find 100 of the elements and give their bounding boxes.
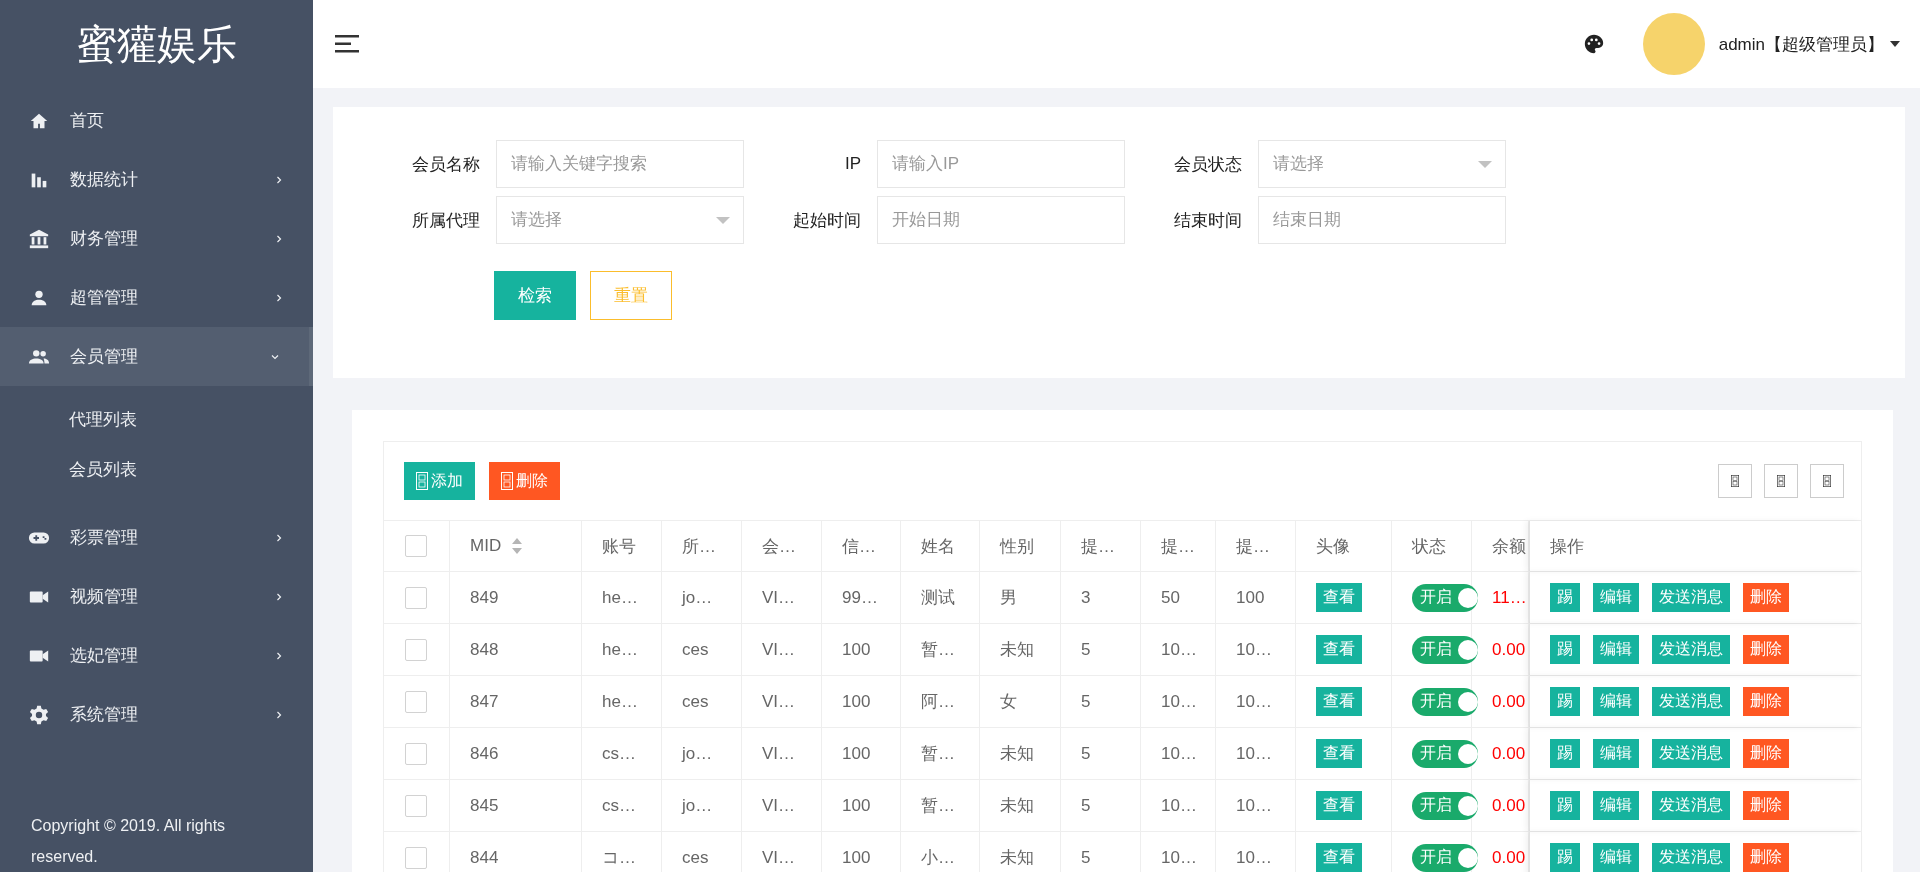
table-cell: jo… (682, 587, 713, 608)
table-cell: 10… (1236, 639, 1272, 660)
add-button[interactable]: 添加 (404, 462, 475, 500)
checkbox[interactable] (405, 794, 427, 817)
checkbox[interactable] (405, 586, 427, 609)
view-button[interactable]: 查看 (1316, 635, 1362, 664)
palette-icon[interactable] (1582, 33, 1605, 55)
toolbar-button[interactable] (1810, 464, 1844, 498)
sidebar-item[interactable]: 系统管理 (0, 685, 313, 744)
column-header: 提… (1081, 535, 1115, 558)
table-cell: 849 (470, 587, 499, 608)
action-button[interactable]: 编辑 (1593, 635, 1639, 664)
table-cell: VI… (762, 743, 796, 764)
sidebar-item[interactable]: 超管管理 (0, 268, 313, 327)
sidebar-item[interactable]: 彩票管理 (0, 508, 313, 567)
select-field[interactable]: 请选择 (496, 196, 744, 244)
sidebar-item[interactable]: 会员管理 (0, 327, 313, 386)
table-cell: 848 (470, 639, 499, 660)
copyright-text: Copyright © 2019. All rights reserved. (31, 817, 226, 865)
caret-icon[interactable] (1890, 41, 1900, 47)
delete-button[interactable]: 删除 (489, 462, 560, 500)
table-cell: 847 (470, 691, 499, 712)
table-cell: 100 (842, 691, 871, 712)
dropdown-icon[interactable] (716, 217, 730, 224)
sidebar-item[interactable]: 选妃管理 (0, 626, 313, 685)
table-cell: ces (682, 847, 709, 868)
action-button[interactable]: 编辑 (1593, 739, 1639, 768)
sidebar-item[interactable]: 视频管理 (0, 567, 313, 626)
table-cell: jo… (682, 743, 713, 764)
action-button[interactable]: 发送消息 (1652, 635, 1730, 664)
action-button[interactable]: 编辑 (1593, 687, 1639, 716)
action-button[interactable]: 发送消息 (1652, 739, 1730, 768)
action-button[interactable]: 踢 (1550, 739, 1580, 768)
sort-icon[interactable] (511, 537, 524, 555)
status-switch[interactable]: 开启 (1412, 843, 1478, 872)
action-button[interactable]: 删除 (1743, 583, 1789, 612)
input-field[interactable]: 开始日期 (877, 196, 1125, 244)
table-cell: 845 (470, 795, 499, 816)
submenu-item[interactable]: 会员列表 (69, 457, 137, 481)
checkbox[interactable] (405, 535, 427, 557)
action-button[interactable]: 删除 (1743, 739, 1789, 768)
status-switch[interactable]: 开启 (1412, 739, 1478, 768)
checkbox[interactable] (405, 742, 427, 765)
status-switch[interactable]: 开启 (1412, 791, 1478, 820)
toolbar-button[interactable] (1764, 464, 1798, 498)
input-field[interactable]: 结束日期 (1258, 196, 1506, 244)
action-button[interactable]: 编辑 (1593, 583, 1639, 612)
menu-icon[interactable] (335, 35, 359, 53)
table-cell: he… (602, 639, 638, 660)
reset-button[interactable]: 重置 (590, 271, 672, 320)
column-header: 所… (682, 535, 716, 558)
table-cell: 50 (1161, 587, 1180, 608)
sidebar-item[interactable]: 财务管理 (0, 209, 313, 268)
view-button[interactable]: 查看 (1316, 583, 1362, 612)
action-button[interactable]: 踢 (1550, 791, 1580, 820)
view-button[interactable]: 查看 (1316, 687, 1362, 716)
view-button[interactable]: 查看 (1316, 739, 1362, 768)
column-header: 状态 (1412, 535, 1446, 558)
input-field[interactable]: 请输入关键字搜索 (496, 140, 744, 188)
checkbox[interactable] (405, 846, 427, 869)
select-field[interactable]: 请选择 (1258, 140, 1506, 188)
toolbar-button[interactable] (1718, 464, 1752, 498)
action-button[interactable]: 编辑 (1593, 791, 1639, 820)
app-logo: 蜜獾娱乐 (76, 20, 237, 68)
view-button[interactable]: 查看 (1316, 843, 1362, 872)
sidebar-item[interactable]: 首页 (0, 91, 313, 150)
action-button[interactable]: 删除 (1743, 687, 1789, 716)
user-menu[interactable]: admin【超级管理员】 (1718, 32, 1900, 56)
action-button[interactable]: 踢 (1550, 687, 1580, 716)
table-cell: 5 (1081, 847, 1091, 868)
checkbox[interactable] (405, 638, 427, 661)
action-button[interactable]: 踢 (1550, 583, 1580, 612)
status-switch[interactable]: 开启 (1412, 583, 1478, 612)
action-button[interactable]: 踢 (1550, 843, 1580, 872)
action-button[interactable]: 删除 (1743, 791, 1789, 820)
table-cell: 100 (842, 847, 871, 868)
action-button[interactable]: 删除 (1743, 635, 1789, 664)
table-cell: 100 (842, 795, 871, 816)
submenu-item[interactable]: 代理列表 (69, 407, 137, 431)
menu-item-icon (28, 227, 50, 250)
column-header[interactable]: MID (470, 536, 502, 556)
search-button[interactable]: 检索 (494, 271, 576, 320)
dropdown-icon[interactable] (1478, 161, 1492, 168)
action-button[interactable]: 编辑 (1593, 843, 1639, 872)
table-cell: 100 (842, 639, 871, 660)
action-button[interactable]: 删除 (1743, 843, 1789, 872)
view-button[interactable]: 查看 (1316, 791, 1362, 820)
action-button[interactable]: 发送消息 (1652, 687, 1730, 716)
status-switch[interactable]: 开启 (1412, 635, 1478, 664)
table-cell: 10… (1161, 691, 1197, 712)
column-header: 性别 (1000, 535, 1034, 558)
input-field[interactable]: 请输入IP (877, 140, 1125, 188)
action-button[interactable]: 发送消息 (1652, 791, 1730, 820)
action-button[interactable]: 发送消息 (1652, 583, 1730, 612)
field-label: IP (843, 154, 861, 174)
action-button[interactable]: 发送消息 (1652, 843, 1730, 872)
action-button[interactable]: 踢 (1550, 635, 1580, 664)
status-switch[interactable]: 开启 (1412, 687, 1478, 716)
checkbox[interactable] (405, 690, 427, 713)
sidebar-item[interactable]: 数据统计 (0, 150, 313, 209)
